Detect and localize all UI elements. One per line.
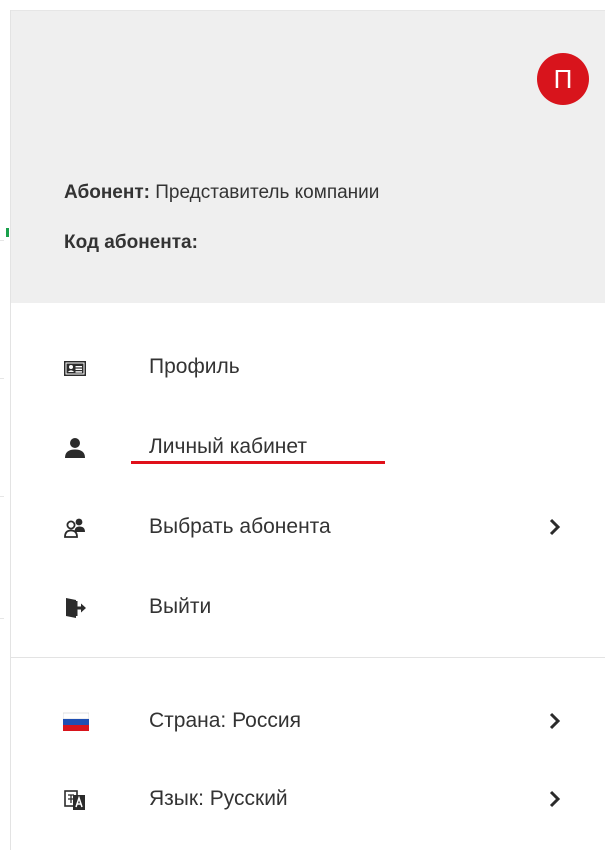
menu-divider [11,657,605,658]
dropdown-header: П [11,10,605,147]
chevron-right-icon [548,710,562,732]
switch-user-icon [63,516,87,540]
subscriber-code-label: Код абонента: [64,232,198,253]
subscriber-line: Абонент: Представитель компании [64,182,379,204]
user-dropdown-panel: П Абонент: Представитель компании Код аб… [10,10,605,850]
account-info: Абонент: Представитель компании Код абон… [11,146,605,303]
left-edge [0,0,10,850]
subscriber-code-line: Код абонента: [64,232,198,254]
subscriber-value: Представитель компании [155,182,380,203]
menu-item-label: Выйти [149,595,212,618]
language-icon [63,788,87,812]
active-item-underline [131,461,385,464]
status-indicator [6,228,9,237]
menu-item-label: Язык: Русский [149,787,288,810]
russia-flag-icon [62,710,90,734]
chevron-right-icon [548,516,562,538]
logout-icon [63,596,87,620]
menu-item-country[interactable]: Страна: Россия [11,692,605,752]
menu-item-logout[interactable]: Выйти [11,578,605,638]
menu-item-label: Страна: Россия [149,709,301,732]
id-card-icon [63,356,87,380]
menu-item-label: Личный кабинет [149,435,307,458]
user-icon [63,436,87,460]
chevron-right-icon [548,788,562,810]
menu-item-label: Профиль [149,355,240,378]
subscriber-label: Абонент: [64,182,150,203]
menu-item-label: Выбрать абонента [149,515,331,538]
menu-item-personal-account[interactable]: Личный кабинет [11,418,605,478]
avatar[interactable]: П [537,53,589,105]
menu-item-select-subscriber[interactable]: Выбрать абонента [11,498,605,558]
menu-item-language[interactable]: Язык: Русский [11,770,605,830]
menu-item-profile[interactable]: Профиль [11,338,605,398]
